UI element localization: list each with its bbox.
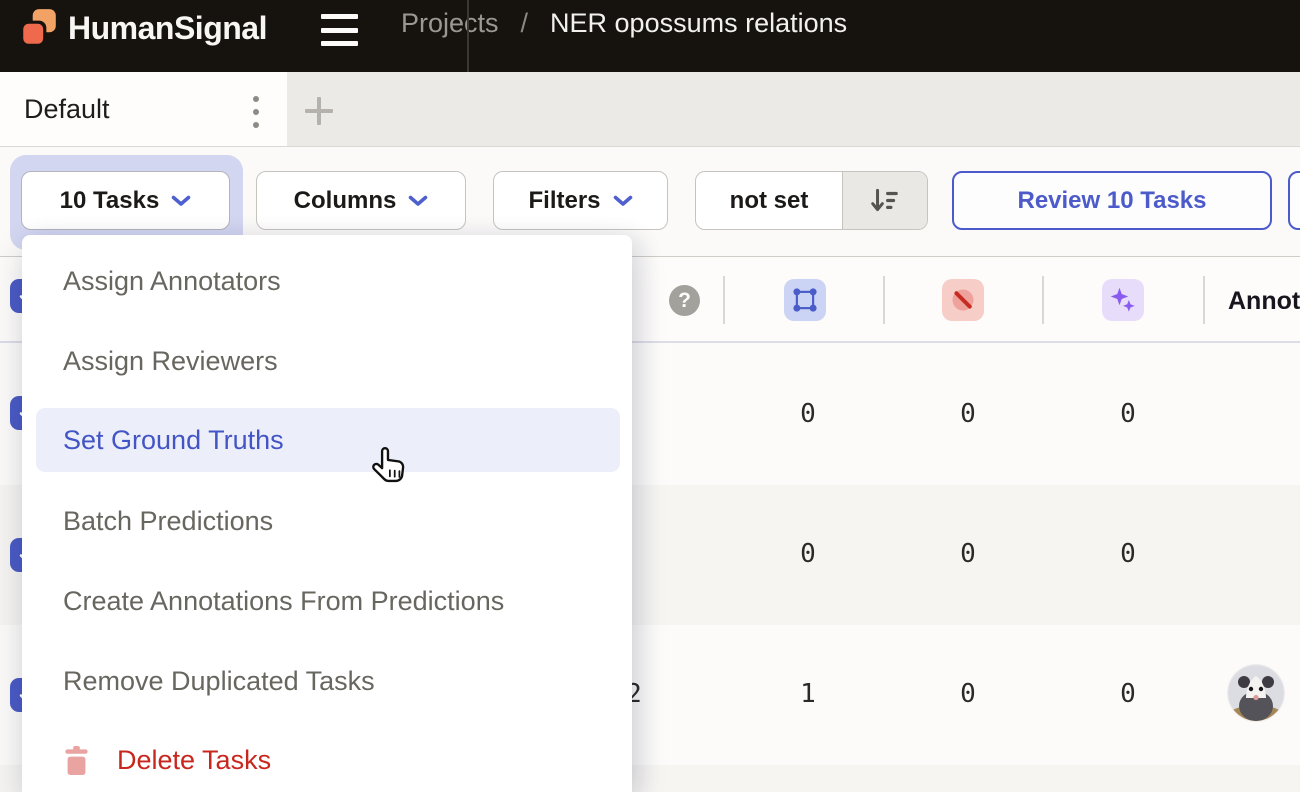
chevron-down-icon bbox=[408, 195, 428, 207]
brand-name: HumanSignal bbox=[68, 6, 267, 50]
app-window: HumanSignal Projects / NER opossums rela… bbox=[0, 0, 1300, 792]
tab-options-icon[interactable] bbox=[246, 94, 266, 130]
ordering-control: not set bbox=[695, 171, 928, 230]
menu-item-set-ground-truths[interactable]: Set Ground Truths bbox=[36, 408, 620, 472]
breadcrumb-separator: / bbox=[521, 8, 529, 39]
sort-direction-button[interactable] bbox=[842, 172, 927, 229]
cell-predictions: 0 bbox=[1098, 399, 1158, 429]
help-icon[interactable]: ? bbox=[669, 285, 700, 316]
page-title: NER opossums relations bbox=[550, 8, 847, 39]
menu-item-batch-predictions[interactable]: Batch Predictions bbox=[22, 489, 632, 553]
tab-bar: Default bbox=[0, 72, 1300, 147]
humansignal-logo-icon bbox=[18, 7, 60, 49]
cell-cancelled: 0 bbox=[938, 539, 998, 569]
review-tasks-button[interactable]: Review 10 Tasks bbox=[952, 171, 1272, 230]
menu-item-assign-annotators[interactable]: Assign Annotators bbox=[22, 249, 632, 313]
column-divider bbox=[723, 276, 725, 324]
cancelled-column-header[interactable] bbox=[942, 279, 984, 321]
filters-dropdown-button[interactable]: Filters bbox=[493, 171, 668, 230]
delete-tasks-label: Delete Tasks bbox=[117, 745, 271, 776]
cell-cancelled: 0 bbox=[938, 679, 998, 709]
chevron-down-icon bbox=[613, 195, 633, 207]
annotations-icon bbox=[792, 287, 818, 313]
tasks-dropdown-button[interactable]: 10 Tasks bbox=[21, 171, 230, 230]
review-button-label: Review 10 Tasks bbox=[1017, 187, 1206, 215]
columns-button-label: Columns bbox=[294, 187, 397, 215]
trash-icon bbox=[63, 746, 90, 775]
predictions-icon bbox=[1109, 286, 1137, 314]
plus-icon bbox=[305, 97, 333, 125]
cell-cancelled: 0 bbox=[938, 399, 998, 429]
cell-annotations: 0 bbox=[778, 539, 838, 569]
chevron-down-icon bbox=[171, 195, 191, 207]
annotations-column-header[interactable] bbox=[784, 279, 826, 321]
partial-button-right-edge[interactable] bbox=[1288, 171, 1300, 230]
cell-predictions: 0 bbox=[1098, 679, 1158, 709]
cell-annotations: 0 bbox=[778, 399, 838, 429]
column-divider bbox=[1203, 276, 1205, 324]
tasks-button-label: 10 Tasks bbox=[60, 187, 160, 215]
top-header: HumanSignal Projects / NER opossums rela… bbox=[0, 0, 1300, 72]
opossum-avatar bbox=[1228, 665, 1284, 721]
columns-dropdown-button[interactable]: Columns bbox=[256, 171, 466, 230]
menu-item-remove-duplicated-tasks[interactable]: Remove Duplicated Tasks bbox=[22, 649, 632, 713]
hamburger-menu-icon[interactable] bbox=[321, 12, 359, 48]
annotators-column-header[interactable]: Annot bbox=[1228, 287, 1300, 316]
menu-item-create-annotations-from-predictions[interactable]: Create Annotations From Predictions bbox=[22, 569, 632, 633]
sort-descending-icon bbox=[869, 187, 901, 215]
tasks-actions-menu: Assign Annotators Assign Reviewers Set G… bbox=[22, 235, 632, 792]
header-divider bbox=[467, 0, 469, 72]
ordering-value[interactable]: not set bbox=[696, 172, 842, 229]
tab-default-label: Default bbox=[24, 94, 110, 125]
brand-logo[interactable]: HumanSignal bbox=[18, 6, 267, 50]
column-divider bbox=[883, 276, 885, 324]
filters-button-label: Filters bbox=[528, 187, 600, 215]
cell-predictions: 0 bbox=[1098, 539, 1158, 569]
cell-annotations: 1 bbox=[778, 679, 838, 709]
menu-item-assign-reviewers[interactable]: Assign Reviewers bbox=[22, 329, 632, 393]
add-tab-button[interactable] bbox=[300, 92, 338, 130]
breadcrumb-projects-link[interactable]: Projects bbox=[401, 8, 499, 39]
cancelled-annotations-icon bbox=[949, 286, 977, 314]
tab-default[interactable]: Default bbox=[0, 72, 287, 146]
column-divider bbox=[1042, 276, 1044, 324]
menu-item-delete-tasks[interactable]: Delete Tasks bbox=[22, 728, 632, 792]
predictions-column-header[interactable] bbox=[1102, 279, 1144, 321]
